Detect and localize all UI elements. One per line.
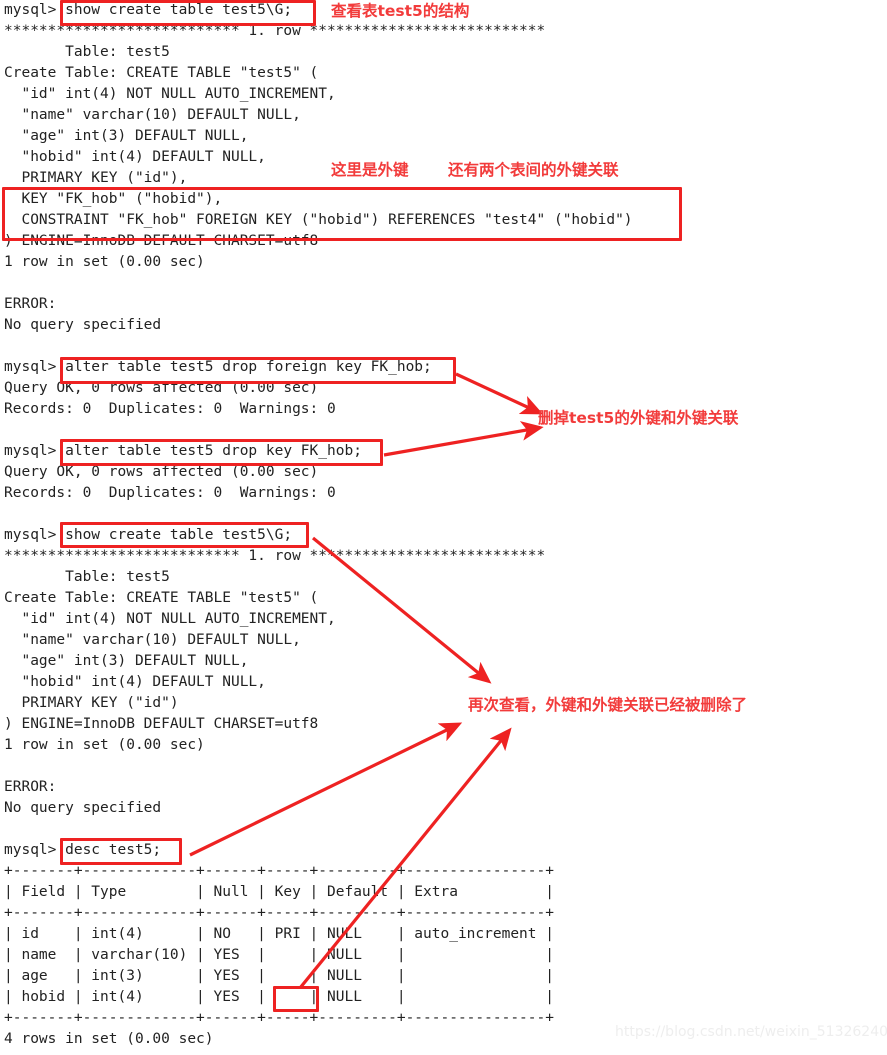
terminal-line: | hobid | int(4) | YES | | NULL | | <box>4 989 554 1005</box>
terminal-line: Query OK, 0 rows affected (0.00 sec) <box>4 380 319 396</box>
terminal-line: +-------+-------------+------+-----+----… <box>4 1010 554 1026</box>
terminal-line: PRIMARY KEY ("id") <box>4 695 179 711</box>
terminal-line: ) ENGINE=InnoDB DEFAULT CHARSET=utf8 <box>4 233 319 249</box>
terminal-line: KEY "FK_hob" ("hobid"), <box>4 191 223 207</box>
terminal-line: Records: 0 Duplicates: 0 Warnings: 0 <box>4 401 336 417</box>
terminal-line: | age | int(3) | YES | | NULL | | <box>4 968 554 984</box>
terminal-line: No query specified <box>4 317 162 333</box>
terminal-line: +-------+-------------+------+-----+----… <box>4 905 554 921</box>
terminal-line: mysql> show create table test5\G; <box>4 2 293 18</box>
terminal-line: Create Table: CREATE TABLE "test5" ( <box>4 65 319 81</box>
terminal-line: Table: test5 <box>4 569 170 585</box>
terminal-line: | Field | Type | Null | Key | Default | … <box>4 884 554 900</box>
terminal-line: "hobid" int(4) DEFAULT NULL, <box>4 674 266 690</box>
terminal-line: mysql> desc test5; <box>4 842 162 858</box>
terminal-line: "age" int(3) DEFAULT NULL, <box>4 128 249 144</box>
terminal-line: No query specified <box>4 800 162 816</box>
terminal-line: "age" int(3) DEFAULT NULL, <box>4 653 249 669</box>
terminal-line: *************************** 1. row *****… <box>4 548 546 564</box>
terminal-output: mysql> show create table test5\G; *******… <box>0 0 887 1055</box>
terminal-line: Table: test5 <box>4 44 170 60</box>
terminal-line: PRIMARY KEY ("id"), <box>4 170 188 186</box>
terminal-line: 1 row in set (0.00 sec) <box>4 254 205 270</box>
terminal-line: ERROR: <box>4 296 57 312</box>
terminal-line: Records: 0 Duplicates: 0 Warnings: 0 <box>4 485 336 501</box>
terminal-line: mysql> alter table test5 drop foreign ke… <box>4 359 432 375</box>
terminal-line: "name" varchar(10) DEFAULT NULL, <box>4 632 301 648</box>
terminal-line: ERROR: <box>4 779 57 795</box>
terminal-line: *************************** 1. row *****… <box>4 23 546 39</box>
terminal-line: "hobid" int(4) DEFAULT NULL, <box>4 149 266 165</box>
terminal-line: | name | varchar(10) | YES | | NULL | | <box>4 947 554 963</box>
terminal-line: 1 row in set (0.00 sec) <box>4 737 205 753</box>
terminal-line: Create Table: CREATE TABLE "test5" ( <box>4 590 319 606</box>
terminal-line: "name" varchar(10) DEFAULT NULL, <box>4 107 301 123</box>
terminal-line: mysql> show create table test5\G; <box>4 527 293 543</box>
terminal-line: | id | int(4) | NO | PRI | NULL | auto_i… <box>4 926 554 942</box>
terminal-line: "id" int(4) NOT NULL AUTO_INCREMENT, <box>4 86 336 102</box>
terminal-line: mysql> alter table test5 drop key FK_hob… <box>4 443 362 459</box>
terminal-line: 4 rows in set (0.00 sec) <box>4 1031 214 1047</box>
terminal-line: Query OK, 0 rows affected (0.00 sec) <box>4 464 319 480</box>
terminal-line: CONSTRAINT "FK_hob" FOREIGN KEY ("hobid"… <box>4 212 633 228</box>
terminal-line: +-------+-------------+------+-----+----… <box>4 863 554 879</box>
terminal-line: "id" int(4) NOT NULL AUTO_INCREMENT, <box>4 611 336 627</box>
terminal-line: ) ENGINE=InnoDB DEFAULT CHARSET=utf8 <box>4 716 319 732</box>
